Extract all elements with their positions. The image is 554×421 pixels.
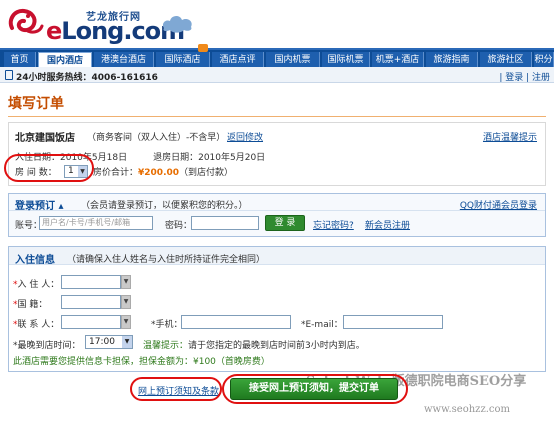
guest-info-panel: 入住信息 （请确保入住人姓名与入住时所持证件完全相同） *入 住 人： ▼ *国… bbox=[8, 246, 546, 372]
price-note: （到店付款） bbox=[179, 168, 234, 178]
register-link[interactable]: 新会员注册 bbox=[365, 218, 410, 231]
login-button[interactable]: 登 录 bbox=[265, 215, 305, 231]
reselect-link[interactable]: 返回修改 bbox=[227, 130, 263, 143]
page-title: 填写订单 bbox=[8, 96, 64, 112]
email-label: *E-mail： bbox=[301, 320, 343, 330]
contact-label: *联 系 人： bbox=[13, 320, 60, 330]
guest-name-dropdown-icon[interactable]: ▼ bbox=[121, 275, 131, 289]
qq-login-link[interactable]: QQ财付通会员登录 bbox=[460, 198, 537, 211]
mobile-input[interactable] bbox=[181, 315, 291, 329]
warm-tip-text: 请于您指定的最晚到店时间前3小时内到店。 bbox=[188, 341, 365, 351]
nationality-label-text: 国 籍： bbox=[17, 300, 48, 310]
login-header: 登录预订 ▴ （会员请登录预订，以便累积您的积分。） QQ财付通会员登录 bbox=[9, 194, 545, 212]
arrival-time-select[interactable]: 17:00 ▼ bbox=[85, 335, 133, 349]
login-panel: 登录预订 ▴ （会员请登录预订，以便累积您的积分。） QQ财付通会员登录 账号：… bbox=[8, 193, 546, 237]
login-title-text: 登录预订 bbox=[15, 201, 55, 212]
checkout-date: 退房日期：2010年5月20日 bbox=[153, 153, 266, 163]
new-badge bbox=[198, 44, 208, 52]
nationality-input[interactable] bbox=[61, 295, 121, 309]
price-total: 房价合计：¥200.00（到店付款） bbox=[93, 165, 233, 178]
room-type: （商务客间（双人入住）-不含早） bbox=[87, 133, 226, 143]
guest-name-label: *入 住 人： bbox=[13, 280, 60, 290]
guarantee-notice: 此酒店需要您提供信息卡担保，担保金额为：¥100（首晚房费） bbox=[13, 357, 270, 367]
main-nav: 首页 国内酒店 港澳台酒店 国际酒店 酒店点评 国内机票 国际机票 机票+酒店 … bbox=[0, 48, 554, 69]
nationality-dropdown-icon[interactable]: ▼ bbox=[121, 295, 131, 309]
warm-tip: 温馨提示：请于您指定的最晚到店时间前3小时内到店。 bbox=[143, 338, 365, 351]
password-label: 密码： bbox=[165, 221, 193, 231]
guest-header: 入住信息 （请确保入住人姓名与入住时所持证件完全相同） bbox=[9, 247, 545, 266]
account-input[interactable]: 用户名/卡号/手机号/邮箱 bbox=[39, 216, 153, 230]
login-register-links[interactable]: | 登录 | 注册 bbox=[499, 70, 550, 83]
password-input[interactable] bbox=[191, 216, 259, 230]
mobile-label: *手机： bbox=[151, 320, 183, 330]
contact-dropdown-icon[interactable]: ▼ bbox=[121, 315, 131, 329]
contact-label-text: 联 系 人： bbox=[17, 320, 60, 330]
highlight-ring-submit bbox=[222, 374, 408, 404]
warm-tip-label: 温馨提示： bbox=[143, 341, 189, 351]
title-divider bbox=[8, 116, 546, 117]
hotline-text: 24小时服务热线：4006-161616 bbox=[16, 73, 158, 83]
hotel-tips-link[interactable]: 酒店温馨提示 bbox=[483, 130, 537, 143]
highlight-ring-rooms bbox=[4, 154, 94, 182]
chevron-down-icon[interactable]: ▼ bbox=[122, 336, 132, 348]
forgot-password-link[interactable]: 忘记密码? bbox=[313, 218, 354, 231]
watermark-url: www.seohzz.com bbox=[424, 404, 511, 415]
price-label: 房价合计： bbox=[93, 168, 139, 178]
login-hint: （会员请登录预订，以便累积您的积分。） bbox=[81, 201, 248, 211]
contact-input[interactable] bbox=[61, 315, 121, 329]
email-input[interactable] bbox=[343, 315, 443, 329]
service-bar: 24小时服务热线：4006-161616 | 登录 | 注册 bbox=[0, 67, 554, 83]
dragon-logo-icon[interactable] bbox=[6, 6, 44, 40]
guest-title: 入住信息 bbox=[15, 255, 55, 266]
guest-hint: （请确保入住人姓名与入住时所持证件完全相同） bbox=[67, 255, 266, 265]
account-label: 账号： bbox=[15, 221, 43, 231]
caret-up-icon: ▴ bbox=[55, 201, 64, 212]
login-title[interactable]: 登录预订 ▴ bbox=[15, 197, 64, 212]
price-value: ¥200.00 bbox=[138, 168, 180, 178]
cloud-icon bbox=[162, 15, 192, 33]
guest-name-label-text: 入 住 人： bbox=[17, 280, 60, 290]
guest-name-input[interactable] bbox=[61, 275, 121, 289]
nationality-label: *国 籍： bbox=[13, 300, 48, 310]
brand-wordmark-e: e bbox=[46, 17, 62, 45]
site-header: 艺龙旅行网 eLong.com bbox=[0, 0, 554, 48]
hotel-name: 北京建国饭店 bbox=[15, 133, 75, 144]
arrival-time-label: *最晚到店时间： bbox=[13, 341, 81, 351]
arrival-time-value: 17:00 bbox=[89, 337, 115, 347]
highlight-ring-terms bbox=[130, 377, 222, 401]
phone-icon bbox=[5, 70, 13, 80]
